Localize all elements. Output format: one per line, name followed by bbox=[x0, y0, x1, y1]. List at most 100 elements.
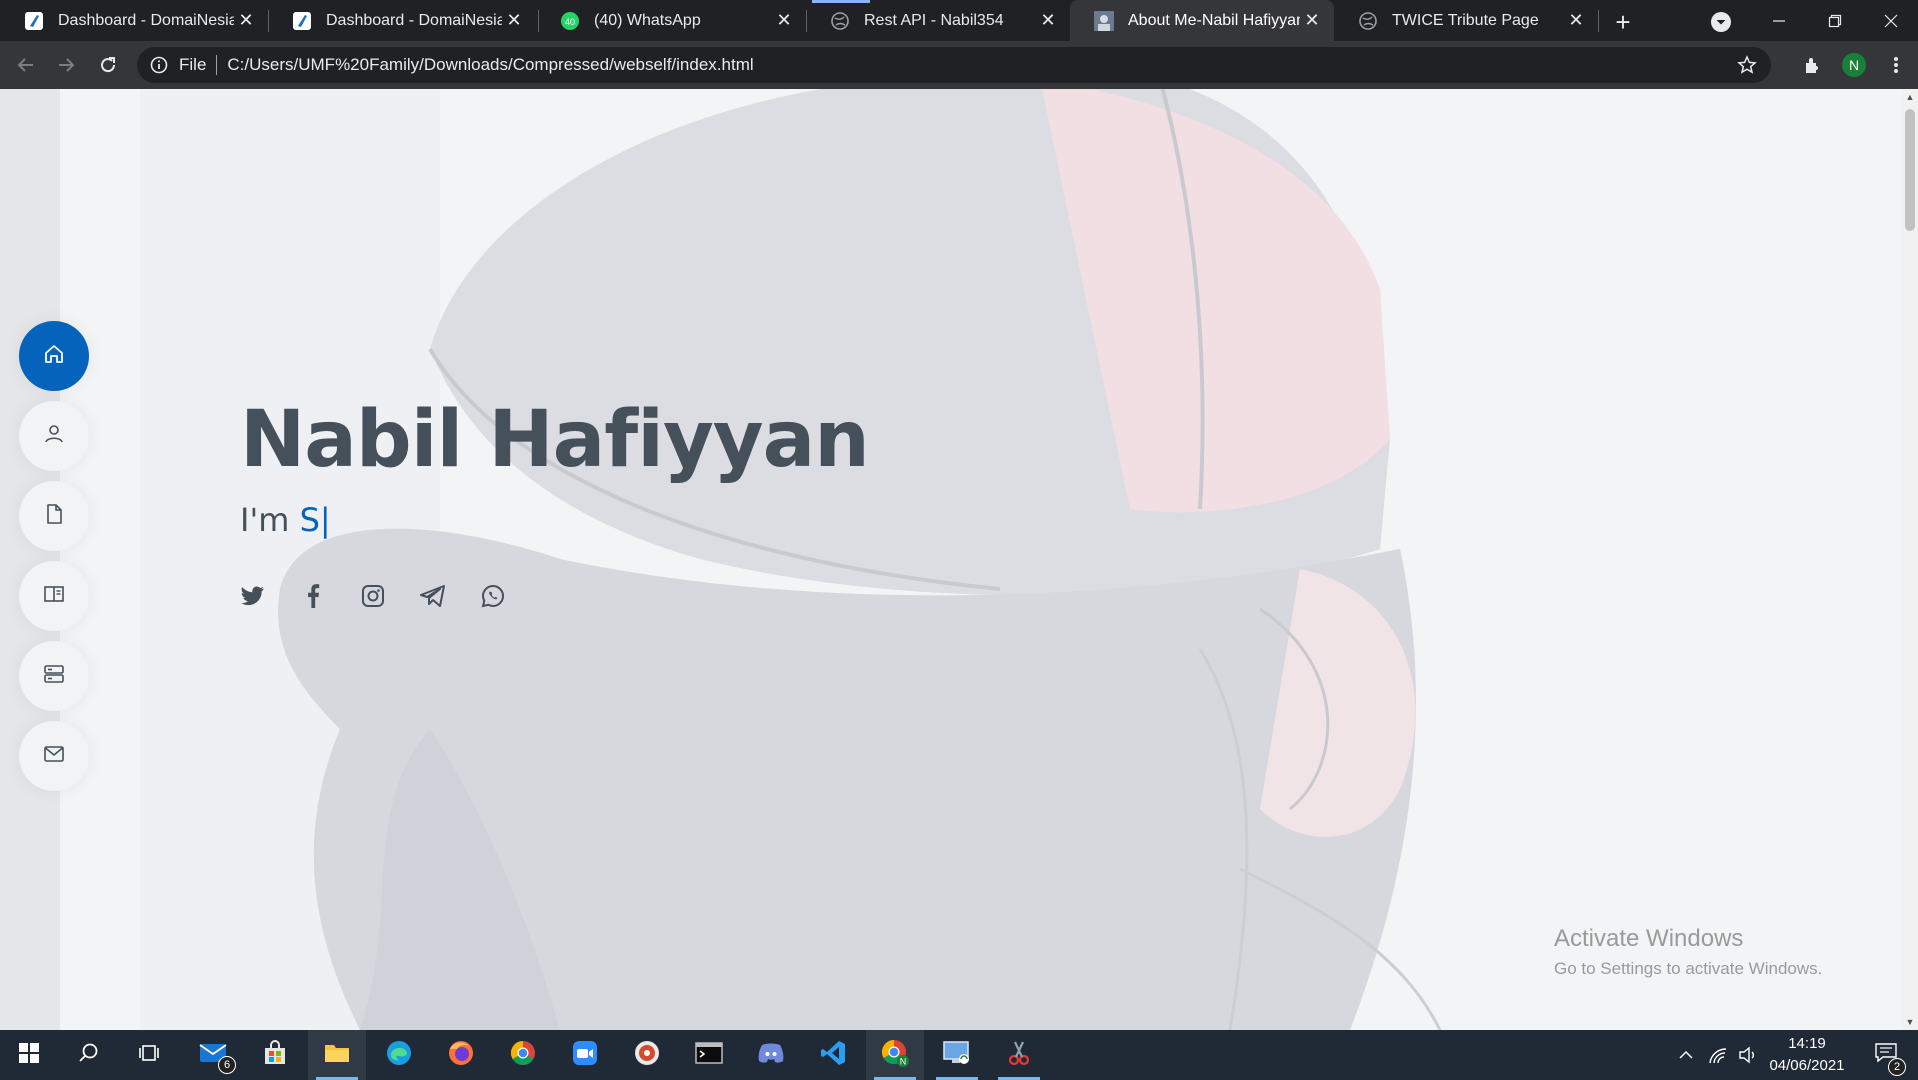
taskbar-zoom[interactable] bbox=[556, 1030, 614, 1080]
new-tab-button[interactable]: + bbox=[1609, 7, 1637, 37]
server-icon bbox=[43, 663, 65, 690]
windows-logo-icon bbox=[19, 1042, 39, 1068]
taskbar-remote-desktop[interactable] bbox=[928, 1030, 986, 1080]
tab-twice-tribute[interactable]: TWICE Tribute Page ✕ bbox=[1334, 0, 1598, 41]
volume-icon[interactable] bbox=[1734, 1030, 1762, 1080]
notification-badge: 2 bbox=[1888, 1058, 1906, 1076]
tab-whatsapp[interactable]: 40 (40) WhatsApp ✕ bbox=[536, 0, 806, 41]
task-view-icon bbox=[138, 1042, 160, 1069]
tab-title: (40) WhatsApp bbox=[594, 11, 701, 29]
tab-separator bbox=[1598, 10, 1599, 32]
close-tab-icon[interactable]: ✕ bbox=[1036, 9, 1060, 33]
task-view-button[interactable] bbox=[120, 1030, 178, 1080]
remote-desktop-icon bbox=[942, 1039, 972, 1072]
menu-kebab-icon[interactable] bbox=[1880, 49, 1912, 81]
profile-avatar[interactable]: N bbox=[1842, 53, 1866, 77]
nav-home-button[interactable] bbox=[19, 321, 89, 391]
twitter-icon[interactable] bbox=[240, 583, 266, 609]
media-player-icon bbox=[633, 1039, 661, 1072]
home-icon bbox=[43, 343, 65, 370]
taskbar-store[interactable] bbox=[246, 1030, 304, 1080]
scroll-down-arrow[interactable]: ▼ bbox=[1905, 1017, 1915, 1027]
show-hidden-icons[interactable] bbox=[1672, 1030, 1700, 1080]
minimize-icon[interactable] bbox=[1750, 0, 1808, 41]
clock-date: 04/06/2021 bbox=[1769, 1057, 1845, 1074]
tab-search-icon[interactable] bbox=[1709, 10, 1733, 34]
tab-title: Dashboard - DomaiNesia bbox=[58, 11, 234, 29]
close-tab-icon[interactable]: ✕ bbox=[772, 9, 796, 33]
scroll-up-arrow[interactable]: ▲ bbox=[1905, 92, 1915, 102]
subtitle-prefix: I'm bbox=[240, 501, 300, 539]
search-icon bbox=[78, 1042, 100, 1069]
nav-contact-button[interactable] bbox=[19, 721, 89, 791]
nav-services-button[interactable] bbox=[19, 641, 89, 711]
folder-icon bbox=[323, 1041, 351, 1070]
taskbar-firefox[interactable] bbox=[432, 1030, 490, 1080]
close-tab-icon[interactable]: ✕ bbox=[502, 9, 526, 33]
site-info-icon[interactable] bbox=[149, 55, 169, 75]
extensions-icon[interactable] bbox=[1797, 49, 1829, 81]
start-button[interactable] bbox=[0, 1030, 58, 1080]
close-tab-icon[interactable]: ✕ bbox=[1564, 9, 1588, 33]
close-tab-icon[interactable]: ✕ bbox=[1300, 9, 1324, 33]
nav-portfolio-button[interactable] bbox=[19, 561, 89, 631]
address-bar[interactable]: File C:/Users/UMF%20Family/Downloads/Com… bbox=[137, 47, 1771, 83]
globe-icon bbox=[830, 11, 850, 31]
taskbar-vscode[interactable] bbox=[804, 1030, 862, 1080]
svg-text:40: 40 bbox=[565, 17, 575, 27]
restore-icon[interactable] bbox=[1806, 0, 1864, 41]
tab-strip: Dashboard - DomaiNesia ✕ Dashboard - Dom… bbox=[0, 0, 1918, 41]
taskbar-chrome[interactable] bbox=[494, 1030, 552, 1080]
watermark-subtitle: Go to Settings to activate Windows. bbox=[1554, 959, 1823, 978]
tab-dashboard-domainesia-1[interactable]: Dashboard - DomaiNesia ✕ bbox=[0, 0, 268, 41]
book-icon bbox=[43, 583, 65, 610]
side-navigation bbox=[19, 321, 89, 801]
back-icon[interactable] bbox=[10, 49, 42, 81]
domainesia-icon bbox=[24, 11, 44, 31]
tab-dashboard-domainesia-2[interactable]: Dashboard - DomaiNesia ✕ bbox=[268, 0, 536, 41]
forward-icon[interactable] bbox=[50, 49, 82, 81]
taskbar-edge[interactable] bbox=[370, 1030, 428, 1080]
search-button[interactable] bbox=[60, 1030, 118, 1080]
taskbar-discord[interactable] bbox=[742, 1030, 800, 1080]
taskbar-media-player[interactable] bbox=[618, 1030, 676, 1080]
bookmark-star-icon[interactable] bbox=[1737, 55, 1757, 75]
clock-time: 14:19 bbox=[1788, 1035, 1826, 1052]
address-url[interactable]: C:/Users/UMF%20Family/Downloads/Compress… bbox=[227, 55, 753, 75]
taskbar-chrome-profile[interactable]: N bbox=[866, 1030, 924, 1080]
tab-title: TWICE Tribute Page bbox=[1392, 11, 1539, 29]
reload-icon[interactable] bbox=[92, 49, 124, 81]
whatsapp-icon: 40 bbox=[560, 11, 580, 31]
facebook-icon[interactable] bbox=[300, 583, 326, 609]
discord-icon bbox=[757, 1041, 785, 1070]
typed-text: S bbox=[299, 501, 320, 539]
firefox-icon bbox=[447, 1039, 475, 1072]
whatsapp-icon[interactable] bbox=[480, 583, 506, 609]
tab-rest-api[interactable]: Rest API - Nabil354 ✕ bbox=[806, 0, 1070, 41]
user-icon bbox=[43, 423, 65, 450]
tab-title: Dashboard - DomaiNesia bbox=[326, 11, 502, 29]
scrollbar-thumb[interactable] bbox=[1905, 109, 1915, 231]
taskbar-mail[interactable]: 6 bbox=[184, 1030, 242, 1080]
taskbar-snipping-tool[interactable] bbox=[990, 1030, 1048, 1080]
action-center-button[interactable]: 2 bbox=[1866, 1030, 1906, 1080]
nav-resume-button[interactable] bbox=[19, 481, 89, 551]
portrait-icon bbox=[1094, 10, 1114, 31]
edge-icon bbox=[385, 1039, 413, 1072]
chrome-icon bbox=[509, 1039, 537, 1072]
address-divider bbox=[216, 55, 218, 75]
close-tab-icon[interactable]: ✕ bbox=[234, 9, 258, 33]
close-window-icon[interactable] bbox=[1862, 0, 1918, 41]
file-icon bbox=[43, 503, 65, 530]
network-icon[interactable] bbox=[1704, 1030, 1732, 1080]
page-scrollbar[interactable]: ▲ ▼ bbox=[1902, 89, 1918, 1030]
tab-about-me[interactable]: About Me-Nabil Hafiyyan ✕ bbox=[1070, 0, 1334, 41]
taskbar-clock[interactable]: 14:19 04/06/2021 bbox=[1762, 1033, 1852, 1077]
instagram-icon[interactable] bbox=[360, 583, 386, 609]
hero-name: Nabil Hafiyyan bbox=[240, 395, 870, 485]
taskbar-terminal[interactable] bbox=[680, 1030, 738, 1080]
nav-about-button[interactable] bbox=[19, 401, 89, 471]
taskbar-file-explorer[interactable] bbox=[308, 1030, 366, 1080]
domainesia-icon bbox=[292, 11, 312, 31]
telegram-icon[interactable] bbox=[420, 583, 446, 609]
